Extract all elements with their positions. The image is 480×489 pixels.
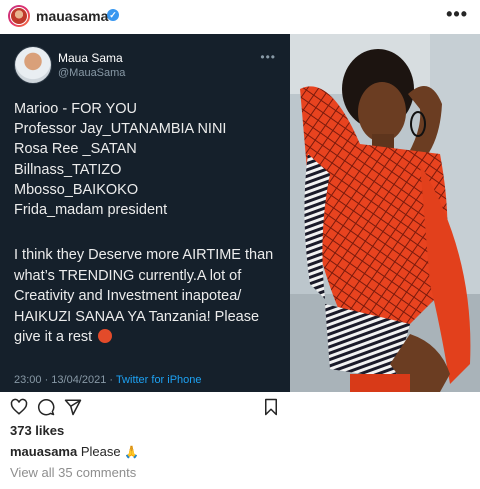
caption: mauasama Please 🙏 — [10, 444, 139, 459]
more-options-icon[interactable]: ••• — [446, 4, 468, 25]
avatar-image — [10, 7, 28, 25]
share-icon[interactable] — [64, 398, 82, 416]
tweet-line: Professor Jay_UTANAMBIA NINI — [14, 121, 227, 138]
likes-count[interactable]: 373 likes — [10, 423, 64, 438]
tweet-timestamp: 23:00 · 13/04/2021 · — [14, 374, 116, 386]
avatar[interactable] — [8, 5, 30, 27]
action-bar — [0, 392, 480, 422]
tweet-line: Mbosso_BAIKOKO — [14, 181, 139, 198]
post-header: mauasama ✓ ••• — [0, 0, 480, 34]
tweet-line: Rosa Ree _SATAN — [14, 141, 137, 158]
portrait-photo — [290, 34, 480, 392]
tweet-line: Frida_madam president — [14, 202, 168, 219]
tweet-song-list: Marioo - FOR YOU Professor Jay_UTANAMBIA… — [14, 99, 284, 220]
tweet-paragraph: I think they Deserve more AIRTIME than w… — [14, 245, 286, 348]
tweet-paragraph-text: I think they Deserve more AIRTIME than w… — [14, 247, 274, 345]
tweet-author-handle: @MauaSama — [58, 67, 126, 79]
view-comments-link[interactable]: View all 35 comments — [10, 465, 136, 480]
tweet-line: Billnass_TATIZO — [14, 161, 122, 178]
comment-icon[interactable] — [37, 398, 55, 416]
tweet-avatar — [14, 46, 52, 84]
angry-face-icon — [98, 329, 113, 343]
tweet-author-name: Maua Sama — [58, 51, 123, 65]
tweet-more-icon: ••• — [260, 50, 276, 64]
caption-text: Please — [77, 444, 125, 459]
praying-hands-icon: 🙏 — [124, 445, 140, 459]
tweet-line: Marioo - FOR YOU — [14, 101, 138, 117]
tweet-screenshot: Maua Sama @MauaSama ••• Marioo - FOR YOU… — [0, 34, 290, 392]
post-username[interactable]: mauasama — [36, 8, 108, 24]
caption-username[interactable]: mauasama — [10, 444, 77, 459]
bookmark-icon[interactable] — [262, 398, 280, 416]
tweet-source: Twitter for iPhone — [115, 374, 202, 386]
verified-badge-icon: ✓ — [107, 9, 119, 21]
heart-icon[interactable] — [10, 398, 28, 416]
post-media: Maua Sama @MauaSama ••• Marioo - FOR YOU… — [0, 34, 480, 392]
tweet-meta: 23:00 · 13/04/2021 · Twitter for iPhone — [14, 374, 202, 386]
